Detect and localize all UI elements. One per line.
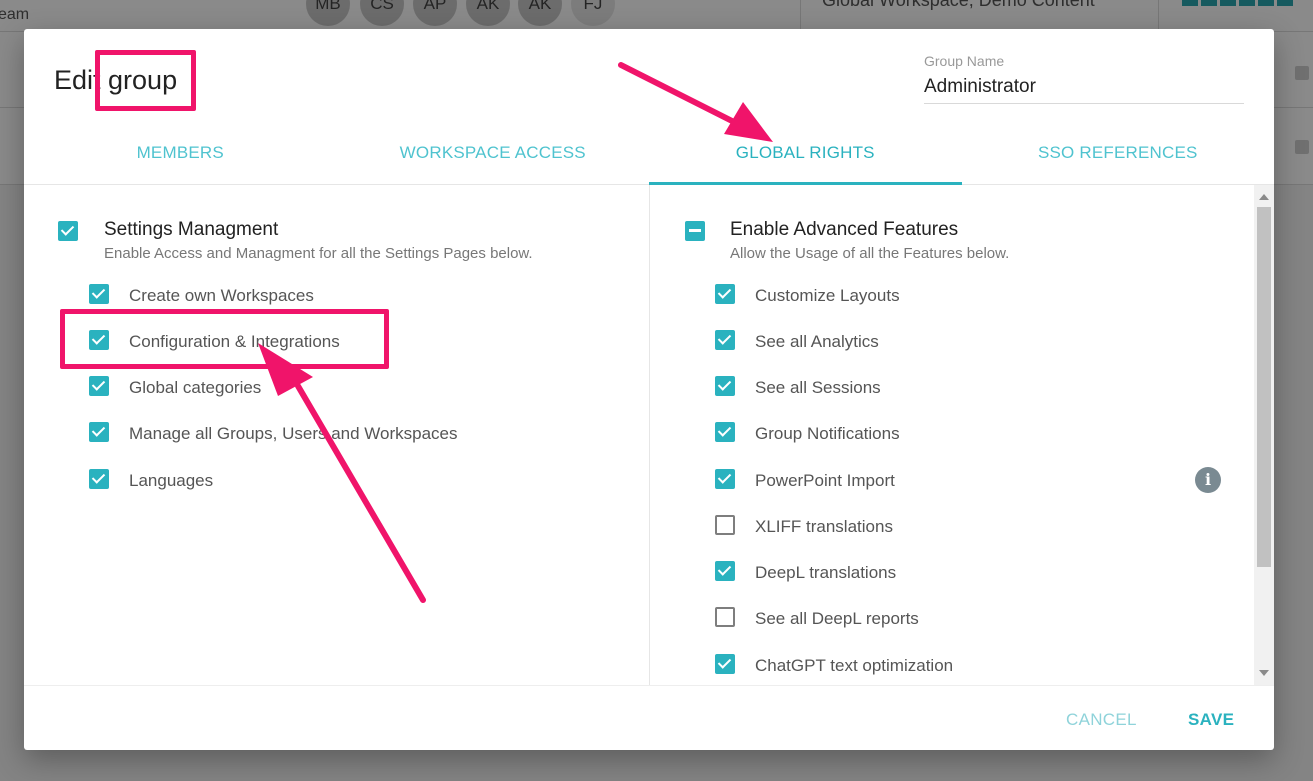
xliff-translations-label[interactable]: XLIFF translations [755,517,893,537]
create-own-workspaces-label[interactable]: Create own Workspaces [129,286,314,306]
group-name-label: Group Name [924,53,1005,69]
advanced-features-section: Enable Advanced Features Allow the Usage… [649,185,1255,685]
deepl-translations-label[interactable]: DeepL translations [755,563,896,583]
settings-management-description: Enable Access and Managment for all the … [104,245,533,262]
save-button[interactable]: SAVE [1178,704,1244,736]
advanced-features-checkbox[interactable] [685,221,705,241]
languages-label[interactable]: Languages [129,471,213,491]
tab-global-rights[interactable]: GLOBAL RIGHTS [649,131,962,185]
tab-members[interactable]: MEMBERS [24,131,337,184]
group-notifications-checkbox[interactable] [715,422,735,442]
settings-management-title: Settings Managment [104,219,279,240]
group-notifications-label[interactable]: Group Notifications [755,424,900,444]
customize-layouts-label[interactable]: Customize Layouts [755,286,900,306]
scroll-down-arrow-icon[interactable] [1259,670,1269,676]
edit-group-dialog: Edit group Group Name MEMBERS WORKSPACE … [24,29,1274,750]
powerpoint-import-label[interactable]: PowerPoint Import [755,471,895,491]
deepl-translations-checkbox[interactable] [715,561,735,581]
advanced-features-description: Allow the Usage of all the Features belo… [730,245,1010,262]
customize-layouts-checkbox[interactable] [715,284,735,304]
group-name-field: Group Name [924,53,1244,104]
tab-workspace-access[interactable]: WORKSPACE ACCESS [337,131,650,184]
advanced-features-title: Enable Advanced Features [730,219,959,240]
content-scrollbar[interactable] [1254,185,1274,685]
see-all-deepl-reports-label[interactable]: See all DeepL reports [755,609,919,629]
tab-sso-references[interactable]: SSO REFERENCES [962,131,1275,184]
group-name-input[interactable] [924,76,1244,104]
chatgpt-text-optimization-label[interactable]: ChatGPT text optimization [755,656,953,676]
dialog-footer: CANCEL SAVE [24,685,1274,751]
tab-bar: MEMBERS WORKSPACE ACCESS GLOBAL RIGHTS S… [24,131,1274,185]
see-all-analytics-label[interactable]: See all Analytics [755,332,879,352]
chatgpt-text-optimization-checkbox[interactable] [715,654,735,674]
manage-groups-users-workspaces-label[interactable]: Manage all Groups, Users and Workspaces [129,424,458,444]
xliff-translations-checkbox[interactable] [715,515,735,535]
scroll-up-arrow-icon[interactable] [1259,194,1269,200]
global-rights-panel: Settings Managment Enable Access and Man… [24,185,1274,685]
highlight-box-configuration [60,309,389,369]
powerpoint-import-checkbox[interactable] [715,469,735,489]
global-categories-checkbox[interactable] [89,376,109,396]
see-all-analytics-checkbox[interactable] [715,330,735,350]
settings-management-checkbox[interactable] [58,221,78,241]
highlight-box-group [95,50,196,111]
see-all-deepl-reports-checkbox[interactable] [715,607,735,627]
settings-management-section: Settings Managment Enable Access and Man… [24,185,649,685]
scrollbar-thumb[interactable] [1257,207,1271,567]
cancel-button[interactable]: CANCEL [1056,704,1147,736]
global-categories-label[interactable]: Global categories [129,378,261,398]
see-all-sessions-checkbox[interactable] [715,376,735,396]
manage-groups-users-workspaces-checkbox[interactable] [89,422,109,442]
create-own-workspaces-checkbox[interactable] [89,284,109,304]
see-all-sessions-label[interactable]: See all Sessions [755,378,881,398]
info-icon[interactable]: i [1195,467,1221,493]
languages-checkbox[interactable] [89,469,109,489]
